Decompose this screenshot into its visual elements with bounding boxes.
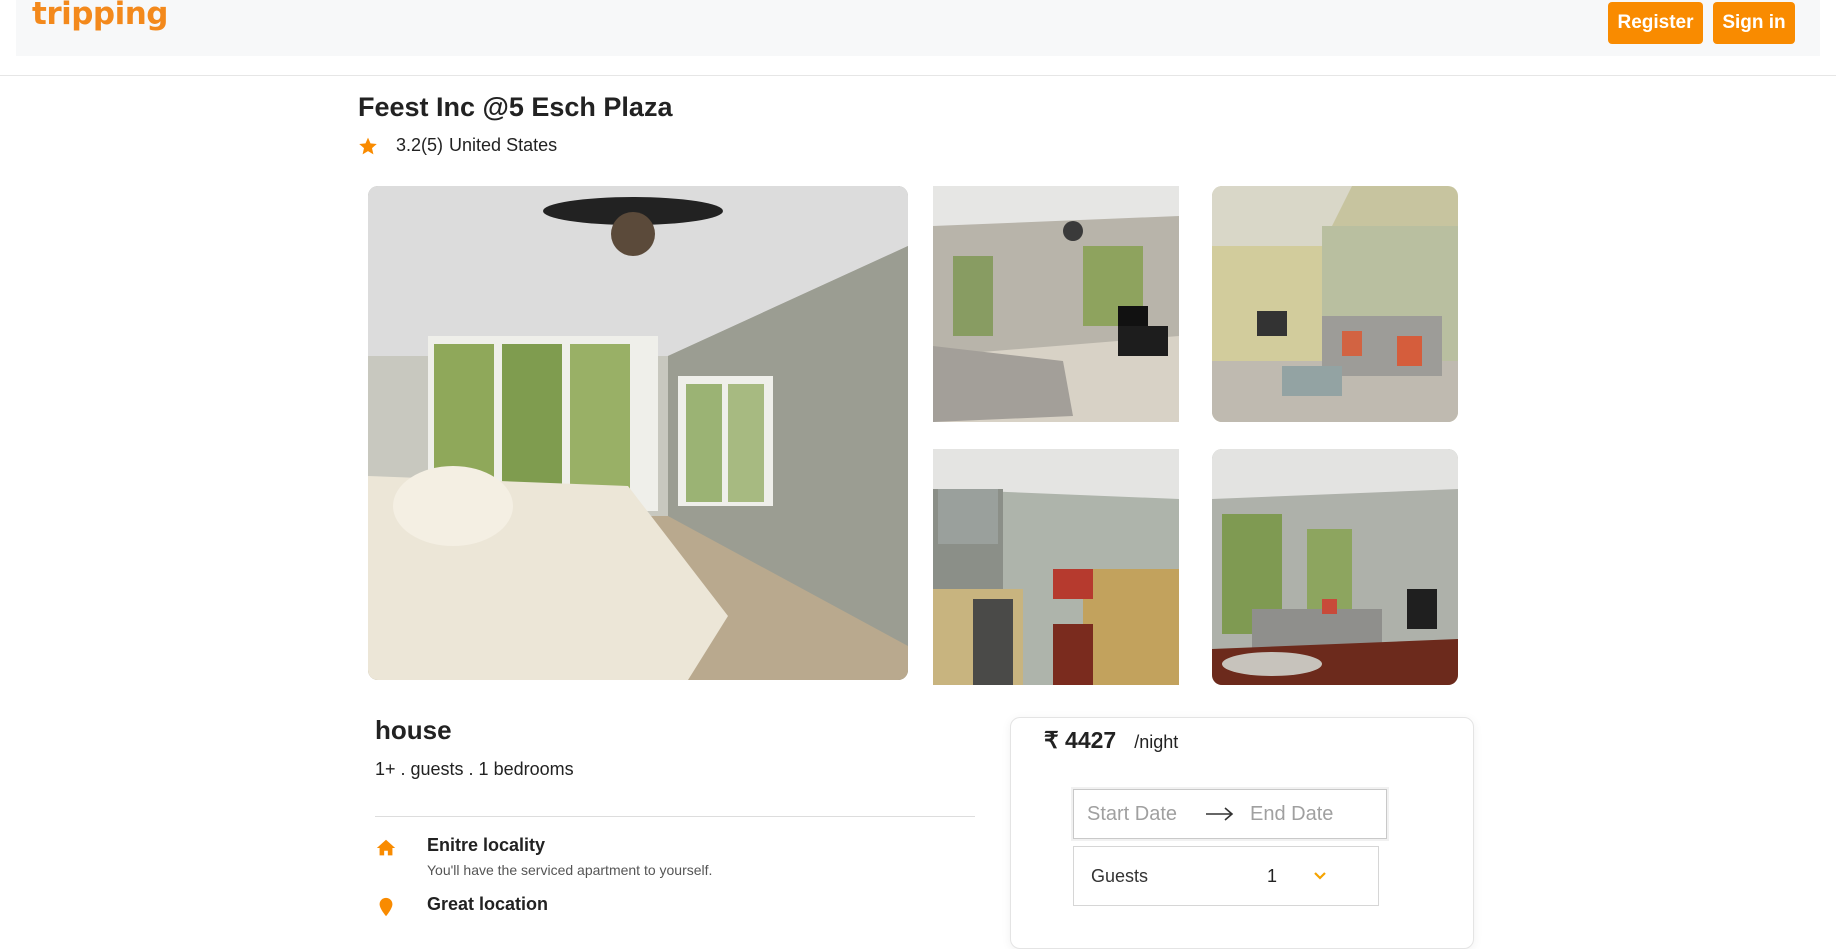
- end-date-input[interactable]: End Date: [1250, 803, 1333, 826]
- main-bedroom-photo[interactable]: [368, 186, 908, 680]
- bedroom-living-photo[interactable]: [933, 186, 1179, 422]
- living-room-photo[interactable]: [1212, 449, 1458, 685]
- price-per-night: /night: [1134, 732, 1179, 752]
- listing-rating: 3.2(5): [396, 135, 444, 155]
- star-icon: [359, 137, 377, 154]
- sign-in-button[interactable]: Sign in: [1713, 2, 1795, 44]
- booking-card: ₹ 4427 /night Start Date End Date Guests…: [1010, 717, 1474, 949]
- listing-meta: 3.2(5) United States: [358, 135, 557, 156]
- top-navbar: [16, 0, 1820, 56]
- feature-title: Great location: [427, 894, 549, 914]
- feature-entire-locality: Enitre locality You'll have the serviced…: [375, 835, 712, 878]
- kitchen-photo[interactable]: [933, 449, 1179, 685]
- start-date-input[interactable]: Start Date: [1087, 803, 1207, 826]
- register-button[interactable]: Register: [1608, 2, 1703, 44]
- location-pin-icon: [379, 897, 393, 917]
- feature-title: Enitre locality: [427, 835, 546, 855]
- property-type: house: [375, 715, 452, 745]
- feature-great-location: Great location: [375, 894, 548, 918]
- date-range-picker[interactable]: Start Date End Date: [1073, 789, 1387, 839]
- arrow-right-icon: [1206, 807, 1234, 821]
- chevron-down-icon[interactable]: [1313, 871, 1327, 881]
- home-icon: [376, 839, 396, 856]
- listing-country: United States: [449, 135, 558, 155]
- guests-selector[interactable]: Guests 1: [1073, 846, 1379, 906]
- guests-label: Guests: [1091, 865, 1149, 886]
- header-divider: [0, 75, 1836, 76]
- listing-title: Feest Inc @5 Esch Plaza: [358, 92, 673, 122]
- property-info: 1+ . guests . 1 bedrooms: [375, 759, 574, 779]
- section-divider: [375, 816, 975, 817]
- price-amount: ₹ 4427: [1044, 727, 1117, 753]
- study-lounge-photo[interactable]: [1212, 186, 1458, 422]
- guests-value[interactable]: 1: [1267, 866, 1313, 887]
- price-display: ₹ 4427 /night: [1044, 727, 1178, 754]
- feature-description: You'll have the serviced apartment to yo…: [427, 862, 713, 878]
- tripping-logo[interactable]: tripping: [32, 0, 169, 32]
